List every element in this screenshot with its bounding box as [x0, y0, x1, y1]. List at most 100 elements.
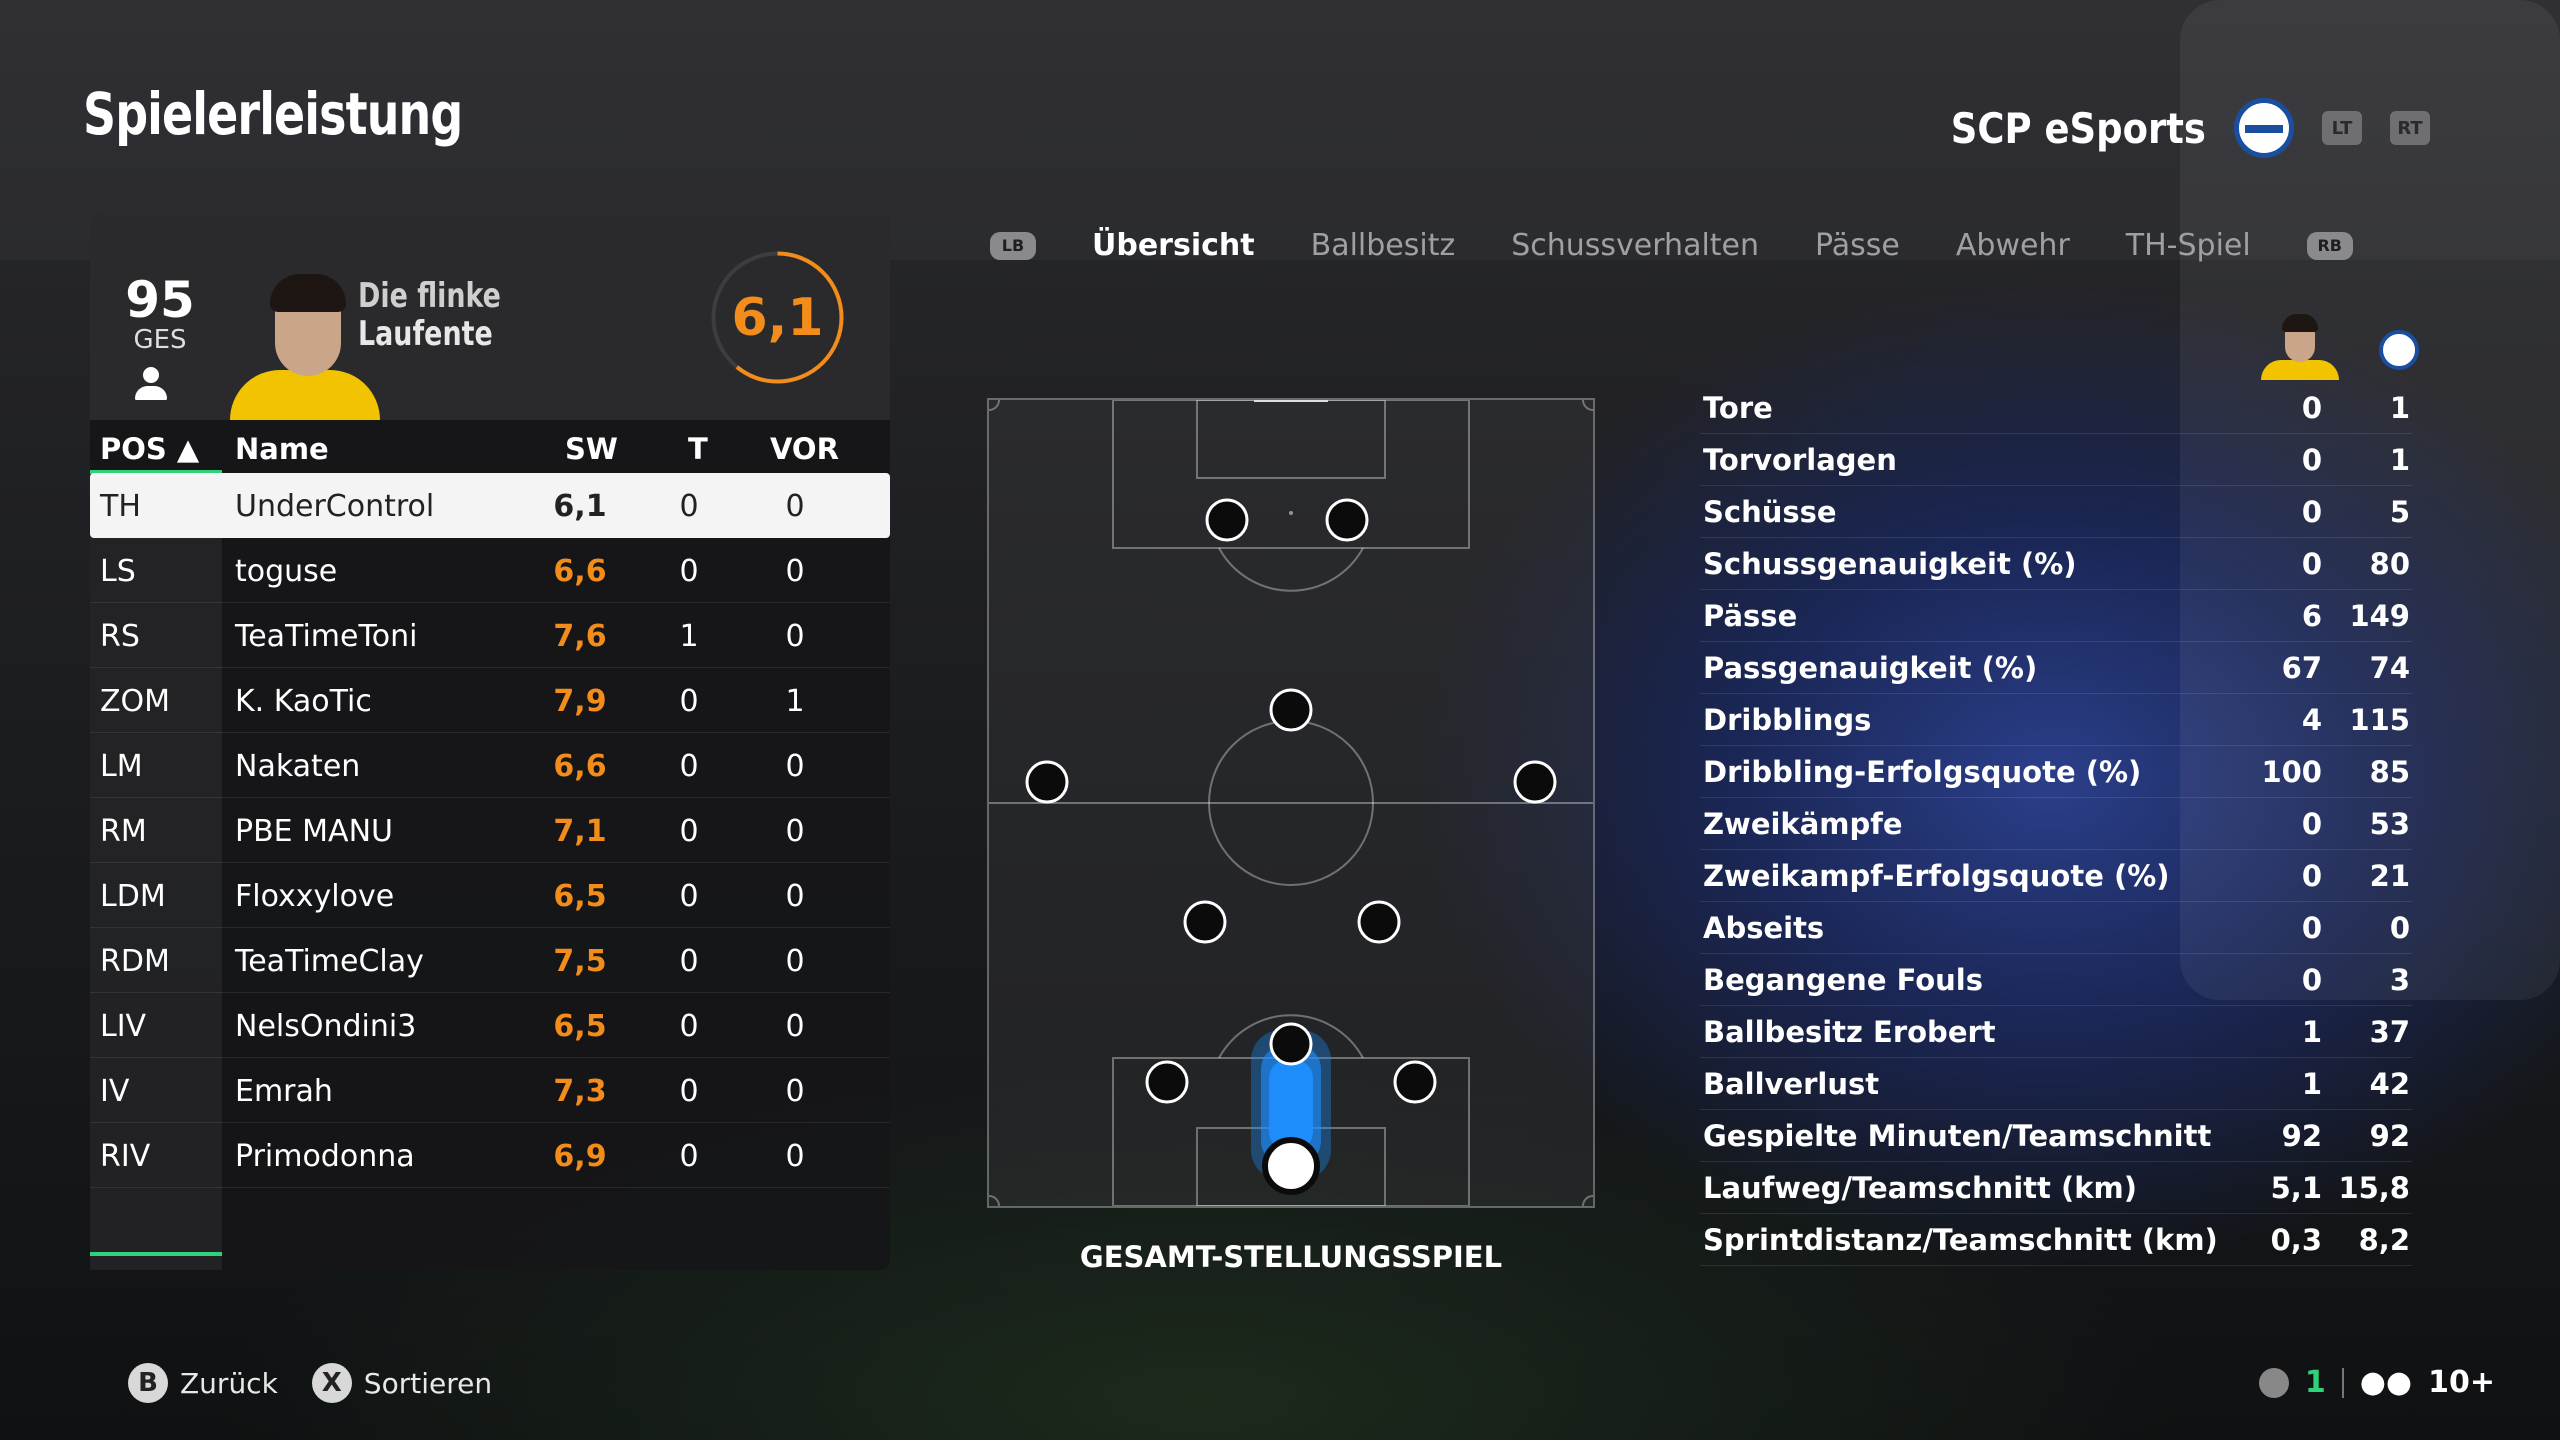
row-pos: TH: [100, 489, 141, 524]
list-scroll-indicator: [90, 1252, 222, 1256]
stat-label: Abseits: [1703, 911, 1825, 945]
stat-player-value: 0: [2301, 859, 2322, 893]
stat-row: Zweikämpfe 0 53: [1700, 798, 2412, 850]
stat-row: Zweikampf-Erfolgsquote (%) 0 21: [1700, 850, 2412, 902]
table-row[interactable]: RDM TeaTimeClay 7,5 0 0: [90, 928, 890, 993]
table-row[interactable]: LDM Floxxylove 6,5 0 0: [90, 863, 890, 928]
stat-team-value: 53: [2369, 807, 2410, 841]
row-name: Primodonna: [235, 1139, 415, 1174]
header-pos[interactable]: POS ▲: [100, 432, 199, 466]
stat-player-value: 1: [2301, 1067, 2322, 1101]
divider: [2341, 1367, 2344, 1398]
stat-team-value: 1: [2389, 443, 2410, 477]
table-row[interactable]: RS TeaTimeToni 7,6 1 0: [90, 603, 890, 668]
stats-tabs: LB Übersicht Ballbesitz Schussverhalten …: [990, 228, 2353, 263]
row-rating: 6,6: [553, 749, 607, 784]
party-icon: ●●: [2359, 1365, 2413, 1400]
overall-rating: 95 GES: [120, 275, 200, 355]
sort-label: Sortieren: [363, 1366, 493, 1400]
stat-player-value: 67: [2281, 651, 2322, 685]
stat-player-value: 0: [2301, 495, 2322, 529]
row-goals: 0: [679, 1074, 699, 1109]
stat-team-value: 42: [2369, 1067, 2410, 1101]
stat-label: Sprintdistanz/Teamschnitt (km): [1703, 1223, 2218, 1257]
row-pos: RM: [100, 814, 147, 849]
player-rows: TH UnderControl 6,1 0 0 LS toguse 6,6 0 …: [90, 473, 890, 1188]
stat-label: Ballverlust: [1703, 1067, 1880, 1101]
stat-row: Pässe 6 149: [1700, 590, 2412, 642]
header-sw[interactable]: SW: [565, 432, 618, 466]
stat-player-value: 0: [2301, 807, 2322, 841]
sort-button[interactable]: X Sortieren: [311, 1363, 493, 1403]
table-row[interactable]: IV Emrah 7,3 0 0: [90, 1058, 890, 1123]
row-assists: 0: [785, 944, 805, 979]
stat-team-value: 15,8: [2338, 1171, 2410, 1205]
stat-row: Begangene Fouls 0 3: [1700, 954, 2412, 1006]
row-assists: 0: [785, 749, 805, 784]
tab-schussverhalten[interactable]: Schussverhalten: [1511, 228, 1759, 263]
stat-row: Schussgenauigkeit (%) 0 80: [1700, 538, 2412, 590]
stat-row: Torvorlagen 0 1: [1700, 434, 2412, 486]
playstyle-name: Die flinke Laufente: [358, 277, 501, 353]
table-row[interactable]: LM Nakaten 6,6 0 0: [90, 733, 890, 798]
stat-team-value: 74: [2369, 651, 2410, 685]
stat-team-value: 92: [2369, 1119, 2410, 1153]
table-row[interactable]: LIV NelsOndini3 6,5 0 0: [90, 993, 890, 1058]
stat-label: Laufweg/Teamschnitt (km): [1703, 1171, 2138, 1205]
rt-button[interactable]: RT: [2390, 111, 2430, 145]
stat-label: Tore: [1703, 391, 1773, 425]
person-icon: [132, 367, 170, 405]
lb-button[interactable]: LB: [990, 231, 1036, 260]
page-title: Spielerleistung: [83, 80, 463, 148]
header-vor[interactable]: VOR: [770, 432, 839, 466]
tab-uebersicht[interactable]: Übersicht: [1092, 228, 1255, 263]
stat-team-value: 80: [2369, 547, 2410, 581]
stat-label: Schüsse: [1703, 495, 1837, 529]
header-name[interactable]: Name: [235, 432, 329, 466]
table-header: POS ▲ Name SW T VOR: [90, 420, 890, 475]
stat-label: Dribbling-Erfolgsquote (%): [1703, 755, 2142, 789]
table-row[interactable]: LS toguse 6,6 0 0: [90, 538, 890, 603]
player-avatar: [2255, 312, 2345, 380]
row-pos: RDM: [100, 944, 170, 979]
tab-th-spiel[interactable]: TH-Spiel: [2126, 228, 2251, 263]
row-rating: 6,1: [553, 489, 607, 524]
stat-row: Schüsse 0 5: [1700, 486, 2412, 538]
stats-list: Tore 0 1 Torvorlagen 0 1 Schüsse 0 5 Schussgenaui…: [1700, 382, 2412, 1266]
lt-button[interactable]: LT: [2322, 111, 2362, 145]
row-pos: LDM: [100, 879, 166, 914]
row-name: K. KaoTic: [235, 684, 372, 719]
table-row[interactable]: RIV Primodonna 6,9 0 0: [90, 1123, 890, 1188]
stat-row: Dribblings 4 115: [1700, 694, 2412, 746]
row-pos: LM: [100, 749, 143, 784]
rb-button[interactable]: RB: [2306, 231, 2353, 260]
header-t[interactable]: T: [688, 432, 708, 466]
stat-row: Abseits 0 0: [1700, 902, 2412, 954]
footer: B Zurück X Sortieren: [128, 1363, 492, 1403]
stat-team-value: 21: [2369, 859, 2410, 893]
tab-paesse[interactable]: Pässe: [1815, 228, 1900, 263]
table-row[interactable]: ZOM K. KaoTic 7,9 0 1: [90, 668, 890, 733]
row-assists: 0: [785, 814, 805, 849]
table-row[interactable]: RM PBE MANU 7,1 0 0: [90, 798, 890, 863]
back-label: Zurück: [180, 1366, 278, 1400]
stat-row: Dribbling-Erfolgsquote (%) 100 85: [1700, 746, 2412, 798]
row-rating: 7,5: [553, 944, 607, 979]
row-name: Floxxylove: [235, 879, 395, 914]
row-pos: IV: [100, 1074, 130, 1109]
row-rating: 7,6: [553, 619, 607, 654]
team-crest-icon: [2379, 330, 2419, 370]
stat-label: Begangene Fouls: [1703, 963, 1983, 997]
stat-player-value: 4: [2301, 703, 2322, 737]
pitch-label: GESAMT-STELLUNGSSPIEL: [1079, 1240, 1503, 1274]
tab-abwehr[interactable]: Abwehr: [1956, 228, 2070, 263]
row-goals: 0: [679, 944, 699, 979]
tab-ballbesitz[interactable]: Ballbesitz: [1311, 228, 1456, 263]
stat-player-value: 0,3: [2270, 1223, 2322, 1257]
table-row[interactable]: TH UnderControl 6,1 0 0: [90, 473, 890, 538]
stat-label: Dribblings: [1703, 703, 1872, 737]
player-card: 95 GES Die flinke Laufente 6,1: [90, 215, 890, 420]
stat-row: Passgenauigkeit (%) 67 74: [1700, 642, 2412, 694]
team-header: SCP eSports LT RT: [1916, 98, 2430, 158]
back-button[interactable]: B Zurück: [128, 1363, 278, 1403]
